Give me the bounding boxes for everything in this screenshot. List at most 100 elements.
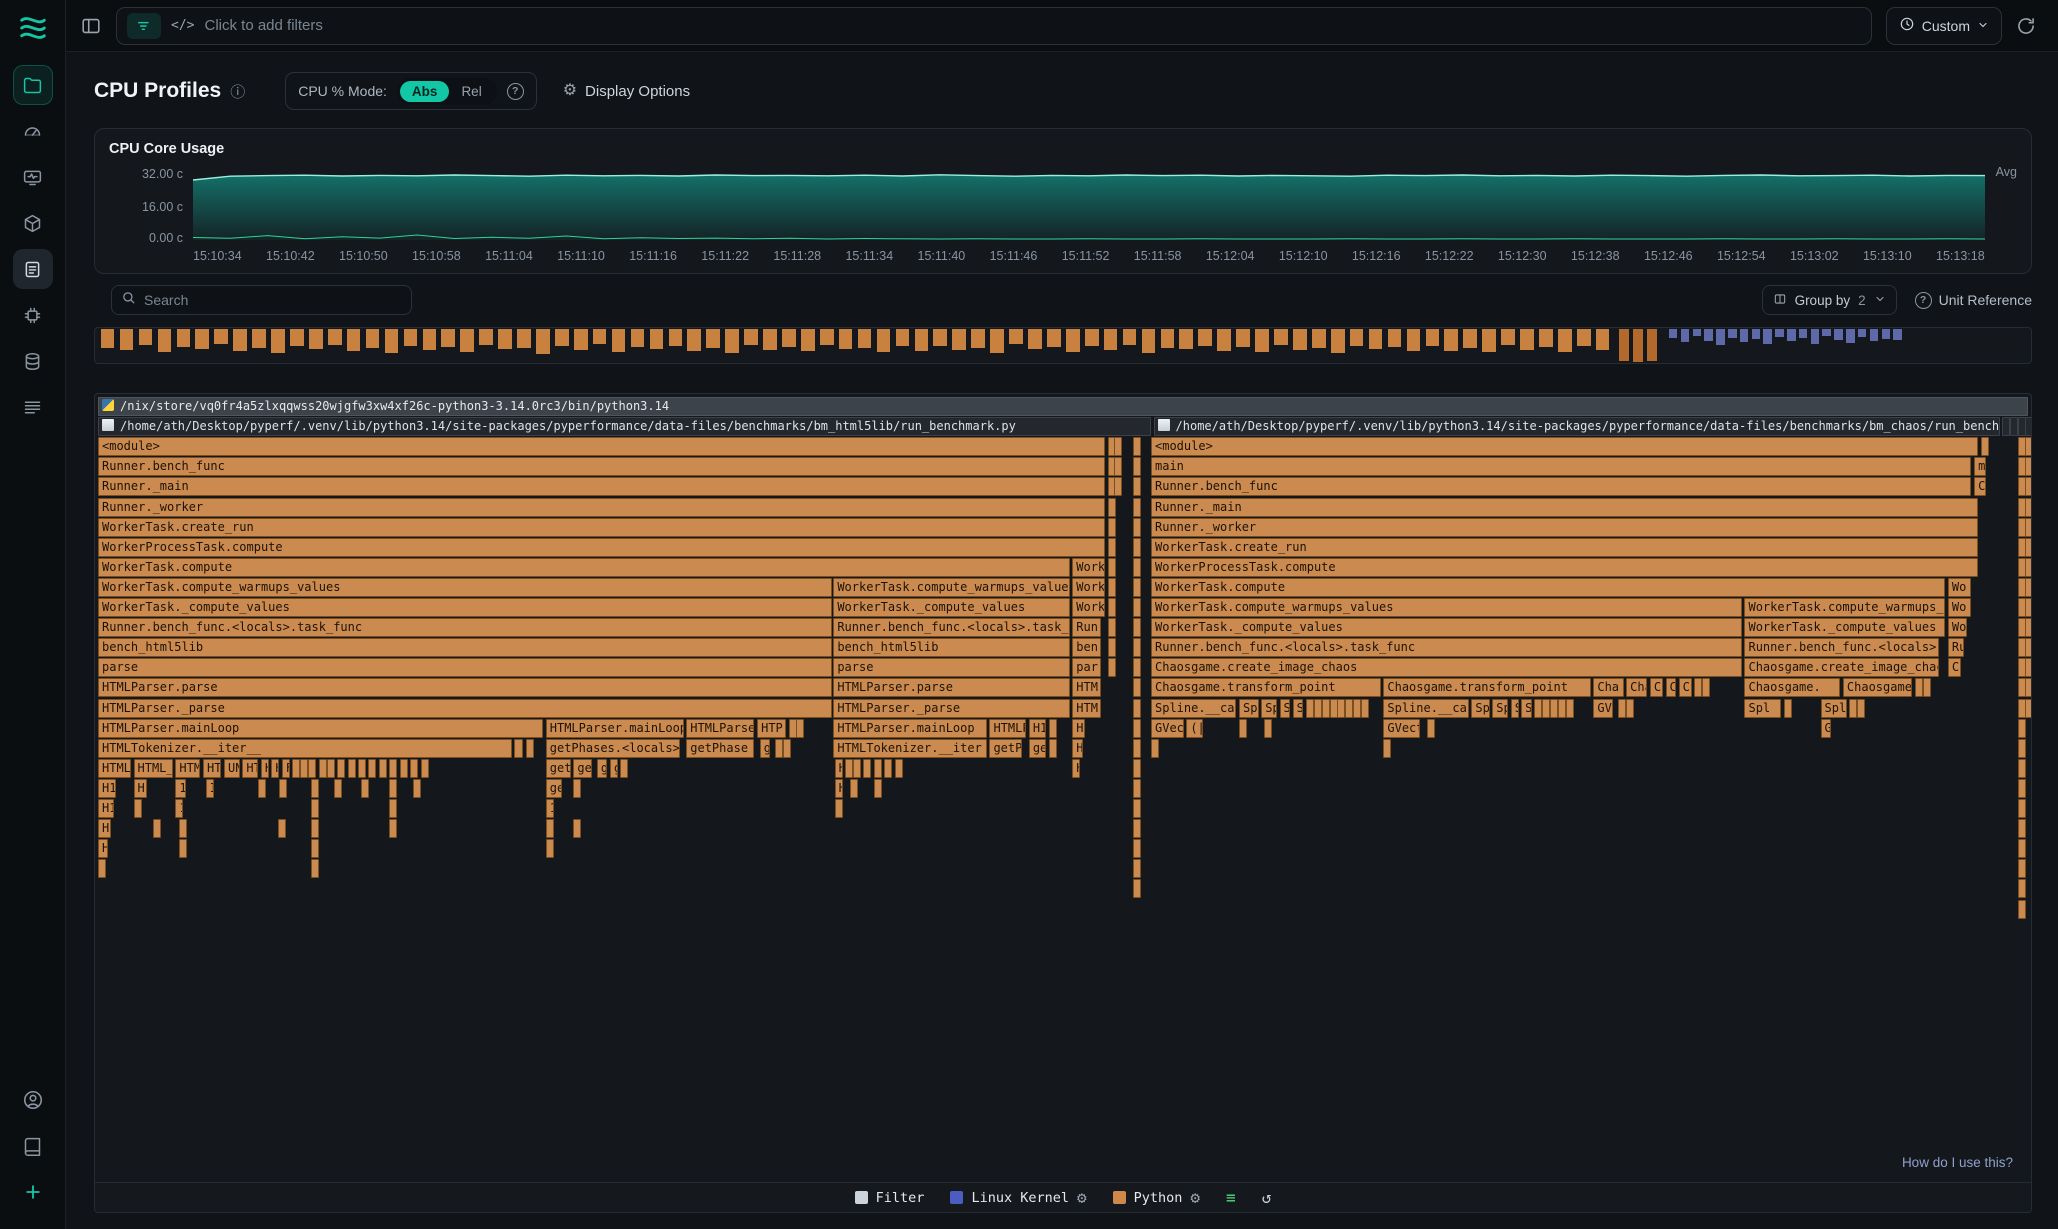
flame-frame[interactable] <box>1133 719 1141 738</box>
flame-frame[interactable]: HTM <box>1072 699 1101 718</box>
flame-frame[interactable]: Sp <box>1261 699 1277 718</box>
flame-frame[interactable] <box>2025 578 2032 597</box>
flame-frame[interactable] <box>1133 678 1141 697</box>
flame-frame[interactable]: getPl <box>989 739 1022 758</box>
flame-frame[interactable] <box>546 839 554 858</box>
flame-frame[interactable] <box>845 759 853 778</box>
flame-frame[interactable]: H1 <box>98 779 116 798</box>
flame-frame[interactable]: Ch <box>1974 477 1986 496</box>
flame-frame[interactable]: WorkerTask._compute_values <box>833 598 1069 617</box>
flame-frame[interactable]: H <box>261 759 269 778</box>
legend-item[interactable]: Filter <box>855 1190 925 1206</box>
flame-frame[interactable] <box>278 819 286 838</box>
flame-frame[interactable]: bench_html5lib <box>98 638 832 657</box>
flame-frame[interactable]: Cha <box>1593 678 1623 697</box>
flame-frame[interactable]: S <box>1511 699 1519 718</box>
flame-frame[interactable]: Chaosgame.transform_point <box>1383 678 1590 697</box>
flame-frame[interactable] <box>98 859 106 878</box>
flame-frame[interactable] <box>2018 719 2026 738</box>
flame-frame[interactable]: F <box>282 759 290 778</box>
sidebar-item-logs[interactable] <box>13 387 53 427</box>
unit-reference-button[interactable]: Unit Reference <box>1915 292 2032 309</box>
flame-frame[interactable] <box>1133 779 1141 798</box>
flame-frame[interactable] <box>1702 678 1710 697</box>
flame-frame[interactable]: HTI <box>242 759 258 778</box>
flame-frame[interactable] <box>1151 739 1159 758</box>
flame-frame[interactable] <box>389 799 397 818</box>
flame-frame[interactable]: 1 <box>175 799 183 818</box>
flame-frame[interactable]: g <box>610 759 618 778</box>
flame-frame[interactable] <box>2025 538 2032 557</box>
flame-frame[interactable] <box>2025 699 2032 718</box>
flame-frame[interactable] <box>863 759 871 778</box>
flame-frame[interactable]: HTMLParser.parse <box>833 678 1069 697</box>
flame-frame[interactable] <box>2025 417 2032 436</box>
flame-frame[interactable]: HTP <box>757 719 786 738</box>
flame-frame[interactable]: UNI <box>224 759 240 778</box>
flame-frame[interactable]: Wo <box>1948 598 1972 617</box>
flame-frame[interactable]: HTMLParser._parse <box>833 699 1069 718</box>
flame-frame[interactable]: C <box>1679 678 1692 697</box>
flame-frame[interactable] <box>1108 498 1116 517</box>
flame-frame[interactable] <box>1133 759 1141 778</box>
flame-frame[interactable] <box>134 799 142 818</box>
flame-frame[interactable] <box>2025 658 2032 677</box>
flame-frame[interactable] <box>1114 477 1122 496</box>
flame-frame[interactable]: Spl <box>1821 699 1847 718</box>
flame-frame[interactable]: g <box>760 739 770 758</box>
flame-frame[interactable] <box>2010 417 2018 436</box>
flame-frame[interactable] <box>1133 498 1141 517</box>
flame-frame[interactable]: /nix/store/vq0fr4a5zlxqqwss20wjgfw3xw4xf… <box>98 397 2028 416</box>
flame-frame[interactable]: /home/ath/Desktop/pyperf/.venv/lib/pytho… <box>1154 417 2001 436</box>
flame-frame[interactable] <box>1114 437 1122 456</box>
flame-frame[interactable]: Wo <box>1948 578 1972 597</box>
flame-frame[interactable] <box>421 759 429 778</box>
flame-frame[interactable] <box>2025 477 2032 496</box>
flame-frame[interactable]: H <box>1072 759 1080 778</box>
flame-frame[interactable]: WorkerTask.compute <box>98 558 1070 577</box>
flame-frame[interactable]: HTMLParser.mainLoop <box>98 719 543 738</box>
flame-frame[interactable] <box>179 819 187 838</box>
flame-frame[interactable] <box>895 759 903 778</box>
flame-frame[interactable]: Sp <box>1471 699 1489 718</box>
flame-frame[interactable]: HTM <box>175 759 200 778</box>
flame-frame[interactable] <box>796 719 804 738</box>
flame-frame[interactable] <box>2025 457 2032 476</box>
flame-frame[interactable] <box>1114 457 1122 476</box>
cpu-mode-abs[interactable]: Abs <box>400 81 450 102</box>
flame-frame[interactable]: Chaosgame.create_image_chaos <box>1151 658 1742 677</box>
flame-frame[interactable] <box>1239 719 1247 738</box>
flame-frame[interactable] <box>1133 859 1141 878</box>
sidebar-item-account[interactable] <box>13 1080 53 1120</box>
flame-frame[interactable] <box>789 719 797 738</box>
flame-frame[interactable] <box>1049 739 1057 758</box>
flame-frame[interactable]: Sp <box>1239 699 1259 718</box>
flame-frame[interactable]: Chaosgame.transform_point <box>1151 678 1381 697</box>
cpu-usage-chart[interactable]: Avg <box>193 165 1985 240</box>
flame-frame[interactable]: HTM <box>1072 678 1101 697</box>
flame-frame[interactable] <box>1133 879 1141 898</box>
flame-frame[interactable] <box>1534 699 1542 718</box>
sidebar-item-hosts[interactable] <box>13 157 53 197</box>
flame-frame[interactable] <box>153 819 161 838</box>
flame-frame[interactable] <box>2025 437 2032 456</box>
flame-frame[interactable] <box>1542 699 1550 718</box>
flame-frame[interactable]: H <box>134 779 147 798</box>
flame-frame[interactable] <box>1915 678 1923 697</box>
flame-frame[interactable] <box>2025 498 2032 517</box>
flame-frame[interactable]: Work <box>1072 598 1105 617</box>
flame-frame[interactable]: HTMLP <box>989 719 1026 738</box>
flame-frame[interactable]: WorkerTask.compute_warmups_ <box>1744 598 1945 617</box>
flame-frame[interactable] <box>573 779 581 798</box>
flame-frame[interactable] <box>1361 699 1369 718</box>
flame-frame[interactable]: HTMLParser.parse <box>98 678 832 697</box>
flame-frame[interactable] <box>1108 558 1116 577</box>
sidebar-item-profiles[interactable] <box>13 249 53 289</box>
flame-frame[interactable]: H1 <box>98 819 111 838</box>
flame-frame[interactable]: gel <box>573 759 591 778</box>
flame-frame[interactable] <box>368 759 376 778</box>
flame-frame[interactable]: bench_html5lib <box>833 638 1069 657</box>
flame-frame[interactable]: Runner.bench_func.<locals>. <box>1744 638 1938 657</box>
flame-frame[interactable] <box>1133 538 1141 557</box>
flame-frame[interactable] <box>1133 618 1141 637</box>
